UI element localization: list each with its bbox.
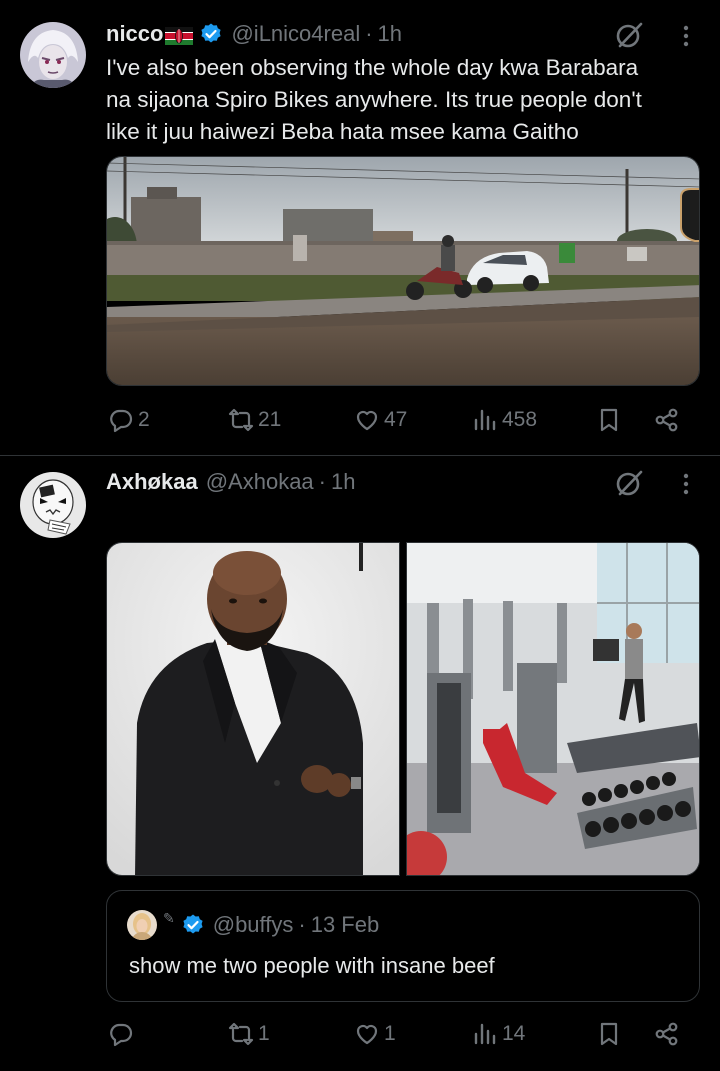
tweet-text-line: na sijaona Spiro Bikes anywhere. Its tru… xyxy=(106,87,642,112)
like-count: 1 xyxy=(384,1022,396,1045)
more-icon[interactable] xyxy=(676,470,696,498)
quoted-timestamp[interactable]: 13 Feb xyxy=(311,912,380,938)
separator: · xyxy=(298,912,306,937)
gym-photo[interactable] xyxy=(406,542,700,876)
roadside-photo[interactable] xyxy=(106,156,700,386)
bookmark-button[interactable] xyxy=(596,1016,626,1052)
share-button[interactable] xyxy=(654,1016,684,1052)
grok-icon[interactable] xyxy=(614,20,644,50)
quoted-handle[interactable]: @buffys xyxy=(213,912,294,938)
avatar[interactable] xyxy=(20,22,86,88)
verified-icon xyxy=(199,22,223,46)
views-button[interactable]: 14 xyxy=(472,1016,525,1052)
like-icon xyxy=(356,410,378,431)
avatar[interactable] xyxy=(20,472,86,538)
share-icon xyxy=(655,408,678,432)
grok-icon[interactable] xyxy=(614,468,644,498)
view-count: 458 xyxy=(502,408,538,431)
repost-count: 1 xyxy=(258,1022,270,1045)
quoted-tweet[interactable]: ✎ @buffys · 13 Feb show me two people wi… xyxy=(106,890,700,1002)
author-name[interactable]: Axhøkaa xyxy=(106,469,198,495)
views-button[interactable]: 458 xyxy=(472,402,537,438)
tweet-text-line: I've also been observing the whole day k… xyxy=(106,55,639,80)
quoted-badge-icon: ✎ xyxy=(163,909,175,926)
action-bar: 1 1 14 xyxy=(106,1016,696,1052)
repost-button[interactable]: 1 xyxy=(228,1016,270,1052)
author-handle[interactable]: @Axhokaa xyxy=(206,469,314,495)
timestamp[interactable]: 1h xyxy=(331,469,355,495)
like-button[interactable]: 47 xyxy=(354,402,407,438)
bookmark-icon xyxy=(600,1022,618,1046)
author-handle[interactable]: @iLnico4real xyxy=(231,21,360,47)
kenya-flag-icon xyxy=(165,25,194,45)
repost-icon xyxy=(228,408,254,432)
timestamp[interactable]: 1h xyxy=(378,21,402,47)
bookmark-button[interactable] xyxy=(596,402,626,438)
repost-count: 21 xyxy=(258,408,282,431)
like-icon xyxy=(356,1024,378,1045)
tweet-1[interactable]: nicco @iLnico4real · 1h I've also been o… xyxy=(0,0,720,456)
reply-icon xyxy=(110,409,133,433)
quoted-avatar[interactable] xyxy=(127,910,157,940)
reply-icon xyxy=(110,1023,133,1047)
repost-button[interactable]: 21 xyxy=(228,402,281,438)
tweet-text-line: like it juu haiwezi Beba hata msee kama … xyxy=(106,119,579,144)
views-icon xyxy=(474,409,496,431)
separator: · xyxy=(318,469,326,494)
man-in-suit-photo[interactable] xyxy=(106,542,400,876)
quoted-text: show me two people with insane beef xyxy=(129,953,495,978)
share-button[interactable] xyxy=(654,402,684,438)
reply-count: 2 xyxy=(138,408,150,431)
like-count: 47 xyxy=(384,408,408,431)
verified-icon xyxy=(181,913,205,937)
reply-button[interactable]: 2 xyxy=(108,402,150,438)
tweet-text: I've also been observing the whole day k… xyxy=(106,52,696,148)
like-button[interactable]: 1 xyxy=(354,1016,396,1052)
views-icon xyxy=(474,1023,496,1045)
reply-button[interactable] xyxy=(108,1016,138,1052)
repost-icon xyxy=(228,1022,254,1046)
tweet-2[interactable]: Axhøkaa @Axhokaa · 1h ✎ @buffys · 13 Feb… xyxy=(0,456,720,1071)
action-bar: 2 21 47 458 xyxy=(106,402,696,438)
author-name[interactable]: nicco xyxy=(106,21,163,47)
view-count: 14 xyxy=(502,1022,526,1045)
share-icon xyxy=(655,1022,678,1046)
separator: · xyxy=(365,21,373,46)
more-icon[interactable] xyxy=(676,22,696,50)
bookmark-icon xyxy=(600,408,618,432)
